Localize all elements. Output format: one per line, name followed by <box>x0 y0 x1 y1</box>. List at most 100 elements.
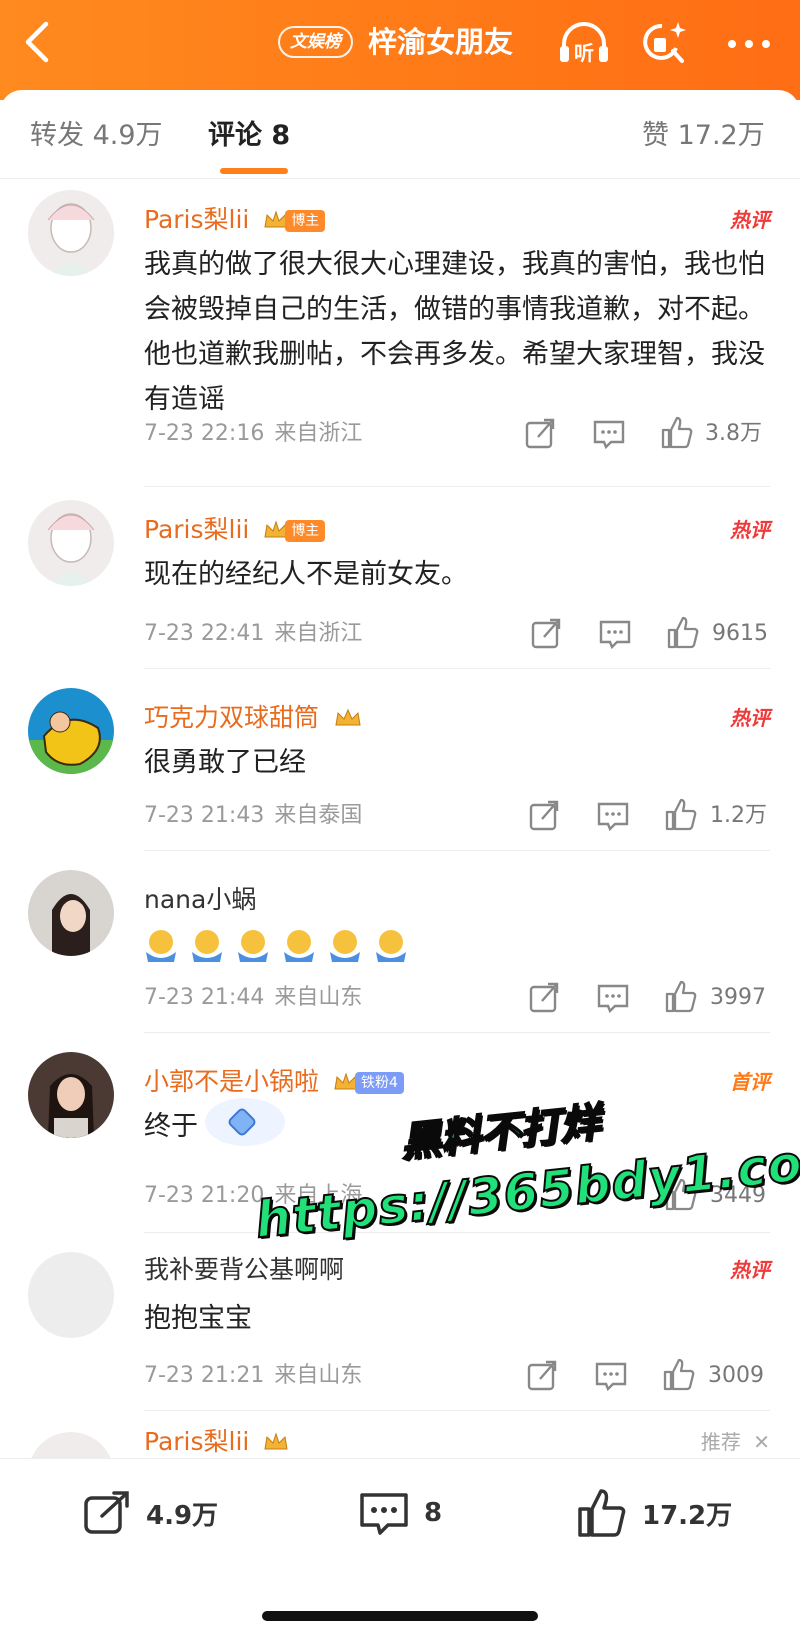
thumbs-up-icon[interactable] <box>662 1356 696 1392</box>
crown-badge-icon <box>335 708 361 726</box>
comment-location: 来自山东 <box>274 985 363 1010</box>
username-text[interactable]: 巧克力双球甜筒 <box>144 703 319 732</box>
bottom-action-bar: 4.9万 8 17.2万 <box>0 1458 800 1635</box>
comment-divider <box>144 1232 770 1233</box>
comment-item: Paris梨lii 推荐 ✕ <box>0 1424 800 1458</box>
comment-location: 来自山东 <box>274 1363 363 1388</box>
tab-bar: 转发 4.9万 评论 8 赞 17.2万 <box>0 108 800 178</box>
ai-search-icon[interactable] <box>640 18 688 68</box>
share-icon[interactable] <box>528 980 560 1016</box>
comment-meta: 7-23 21:43 来自泰国 <box>144 800 362 832</box>
reply-comment-icon[interactable] <box>596 798 630 834</box>
comment-meta: 7-23 21:21 来自山东 <box>144 1360 362 1392</box>
comment-time: 7-23 21:21 <box>144 1363 265 1388</box>
recommended-tag: 推荐 ✕ <box>701 1426 770 1455</box>
avatar[interactable] <box>28 688 114 774</box>
comment-username[interactable]: Paris梨lii <box>144 1424 289 1458</box>
comment-divider <box>144 1410 770 1411</box>
more-options-icon[interactable] <box>724 24 774 64</box>
thumbs-up-icon[interactable] <box>664 978 698 1014</box>
crown-badge-icon <box>264 1432 288 1450</box>
hot-comment-tag: 热评 <box>730 208 770 232</box>
back-chevron-icon[interactable] <box>18 20 58 64</box>
like-button[interactable]: 17.2万 <box>576 1485 732 1541</box>
comment-divider <box>144 486 770 487</box>
top-header: 文娱榜 梓渝女朋友 听 <box>0 0 800 100</box>
thumbs-up-icon[interactable] <box>660 414 694 450</box>
comment-icon <box>360 1493 408 1535</box>
comment-text: 我真的做了很大很大心理建设，我真的害怕，我也怕会被毁掉自己的生活，做错的事情我道… <box>144 249 765 415</box>
reply-comment-icon[interactable] <box>596 980 630 1016</box>
comment-button[interactable]: 8 <box>358 1485 442 1541</box>
hug-emoji-icon <box>330 930 360 962</box>
comment-location: 来自泰国 <box>274 803 363 828</box>
hug-emoji-icon <box>284 930 314 962</box>
username-text[interactable]: Paris梨lii <box>144 205 249 234</box>
comment-username[interactable]: 巧克力双球甜筒 <box>144 700 363 736</box>
hot-comment-tag: 热评 <box>730 1258 770 1282</box>
repost-button[interactable]: 4.9万 <box>82 1485 218 1541</box>
avatar[interactable] <box>28 1432 114 1458</box>
share-icon[interactable] <box>528 798 560 834</box>
comment-location: 来自浙江 <box>274 421 363 446</box>
avatar[interactable] <box>28 190 114 276</box>
comment-time: 7-23 22:16 <box>144 421 265 446</box>
like-count: 17.2万 <box>642 1500 733 1531</box>
active-tab-indicator <box>220 168 288 174</box>
avatar[interactable] <box>28 870 114 956</box>
share-icon[interactable] <box>524 416 556 452</box>
comment-divider <box>144 1032 770 1033</box>
comment-time: 7-23 21:43 <box>144 803 265 828</box>
avatar[interactable] <box>28 500 114 586</box>
recommended-label: 推荐 <box>700 1430 741 1454</box>
reply-comment-icon[interactable] <box>592 416 626 452</box>
comment-time: 7-23 21:20 <box>144 1183 265 1208</box>
emoji-row <box>144 926 769 970</box>
comment-text: 很勇敢了已经 <box>144 747 306 778</box>
comment-time: 7-23 22:41 <box>144 621 265 646</box>
reply-comment-icon[interactable] <box>594 1358 628 1394</box>
comment-username[interactable]: Paris梨lii 博主 <box>144 202 326 238</box>
comment-divider <box>144 668 770 669</box>
comment-divider <box>144 850 770 851</box>
comment-text: 现在的经纪人不是前女友。 <box>144 559 468 590</box>
sticker-emoji-icon <box>205 1098 285 1146</box>
tab-reposts[interactable]: 转发 4.9万 <box>30 116 163 156</box>
close-icon[interactable]: ✕ <box>753 1430 770 1454</box>
svg-text:听: 听 <box>574 41 594 65</box>
hot-comment-tag: 热评 <box>730 518 770 542</box>
repost-count: 4.9万 <box>146 1500 219 1531</box>
avatar[interactable] <box>28 1052 114 1138</box>
entertainment-board-badge[interactable]: 文娱榜 <box>278 26 353 58</box>
hot-comment-tag: 热评 <box>730 706 770 730</box>
comment-username[interactable]: 我补要背公基啊啊 <box>144 1252 344 1288</box>
username-text[interactable]: Paris梨lii <box>144 515 249 544</box>
thumbs-up-icon[interactable] <box>664 796 698 832</box>
role-tag: 博主 <box>285 520 326 542</box>
tab-comments[interactable]: 评论 8 <box>208 116 290 156</box>
tab-likes[interactable]: 赞 17.2万 <box>642 116 765 156</box>
username-text[interactable]: 我补要背公基啊啊 <box>144 1255 344 1284</box>
first-comment-tag: 首评 <box>730 1070 770 1094</box>
hug-emoji-icon <box>376 930 406 962</box>
hug-emoji-row-icon <box>146 930 406 962</box>
like-count: 9615 <box>712 621 768 646</box>
share-icon[interactable] <box>530 616 562 652</box>
comment-username[interactable]: Paris梨lii 博主 <box>144 512 326 548</box>
comment-meta: 7-23 22:41 来自浙江 <box>144 618 362 650</box>
comment-text: 抱抱宝宝 <box>144 1303 252 1334</box>
comment-time: 7-23 21:44 <box>144 985 265 1010</box>
thumbs-up-icon <box>578 1489 626 1537</box>
hug-emoji-icon <box>146 930 176 962</box>
username-text[interactable]: nana小蜗 <box>144 885 256 914</box>
like-count: 1.2万 <box>710 803 767 828</box>
avatar[interactable] <box>28 1252 114 1338</box>
share-icon[interactable] <box>526 1358 558 1394</box>
username-text[interactable]: Paris梨lii <box>144 1427 249 1456</box>
thumbs-up-icon[interactable] <box>666 614 700 650</box>
headphones-listen-icon[interactable]: 听 <box>556 18 612 68</box>
reply-comment-icon[interactable] <box>598 616 632 652</box>
comment-username[interactable]: nana小蜗 <box>144 882 256 918</box>
comment-location: 来自浙江 <box>274 621 363 646</box>
iron-fan-tag: 铁粉4 <box>354 1072 404 1094</box>
